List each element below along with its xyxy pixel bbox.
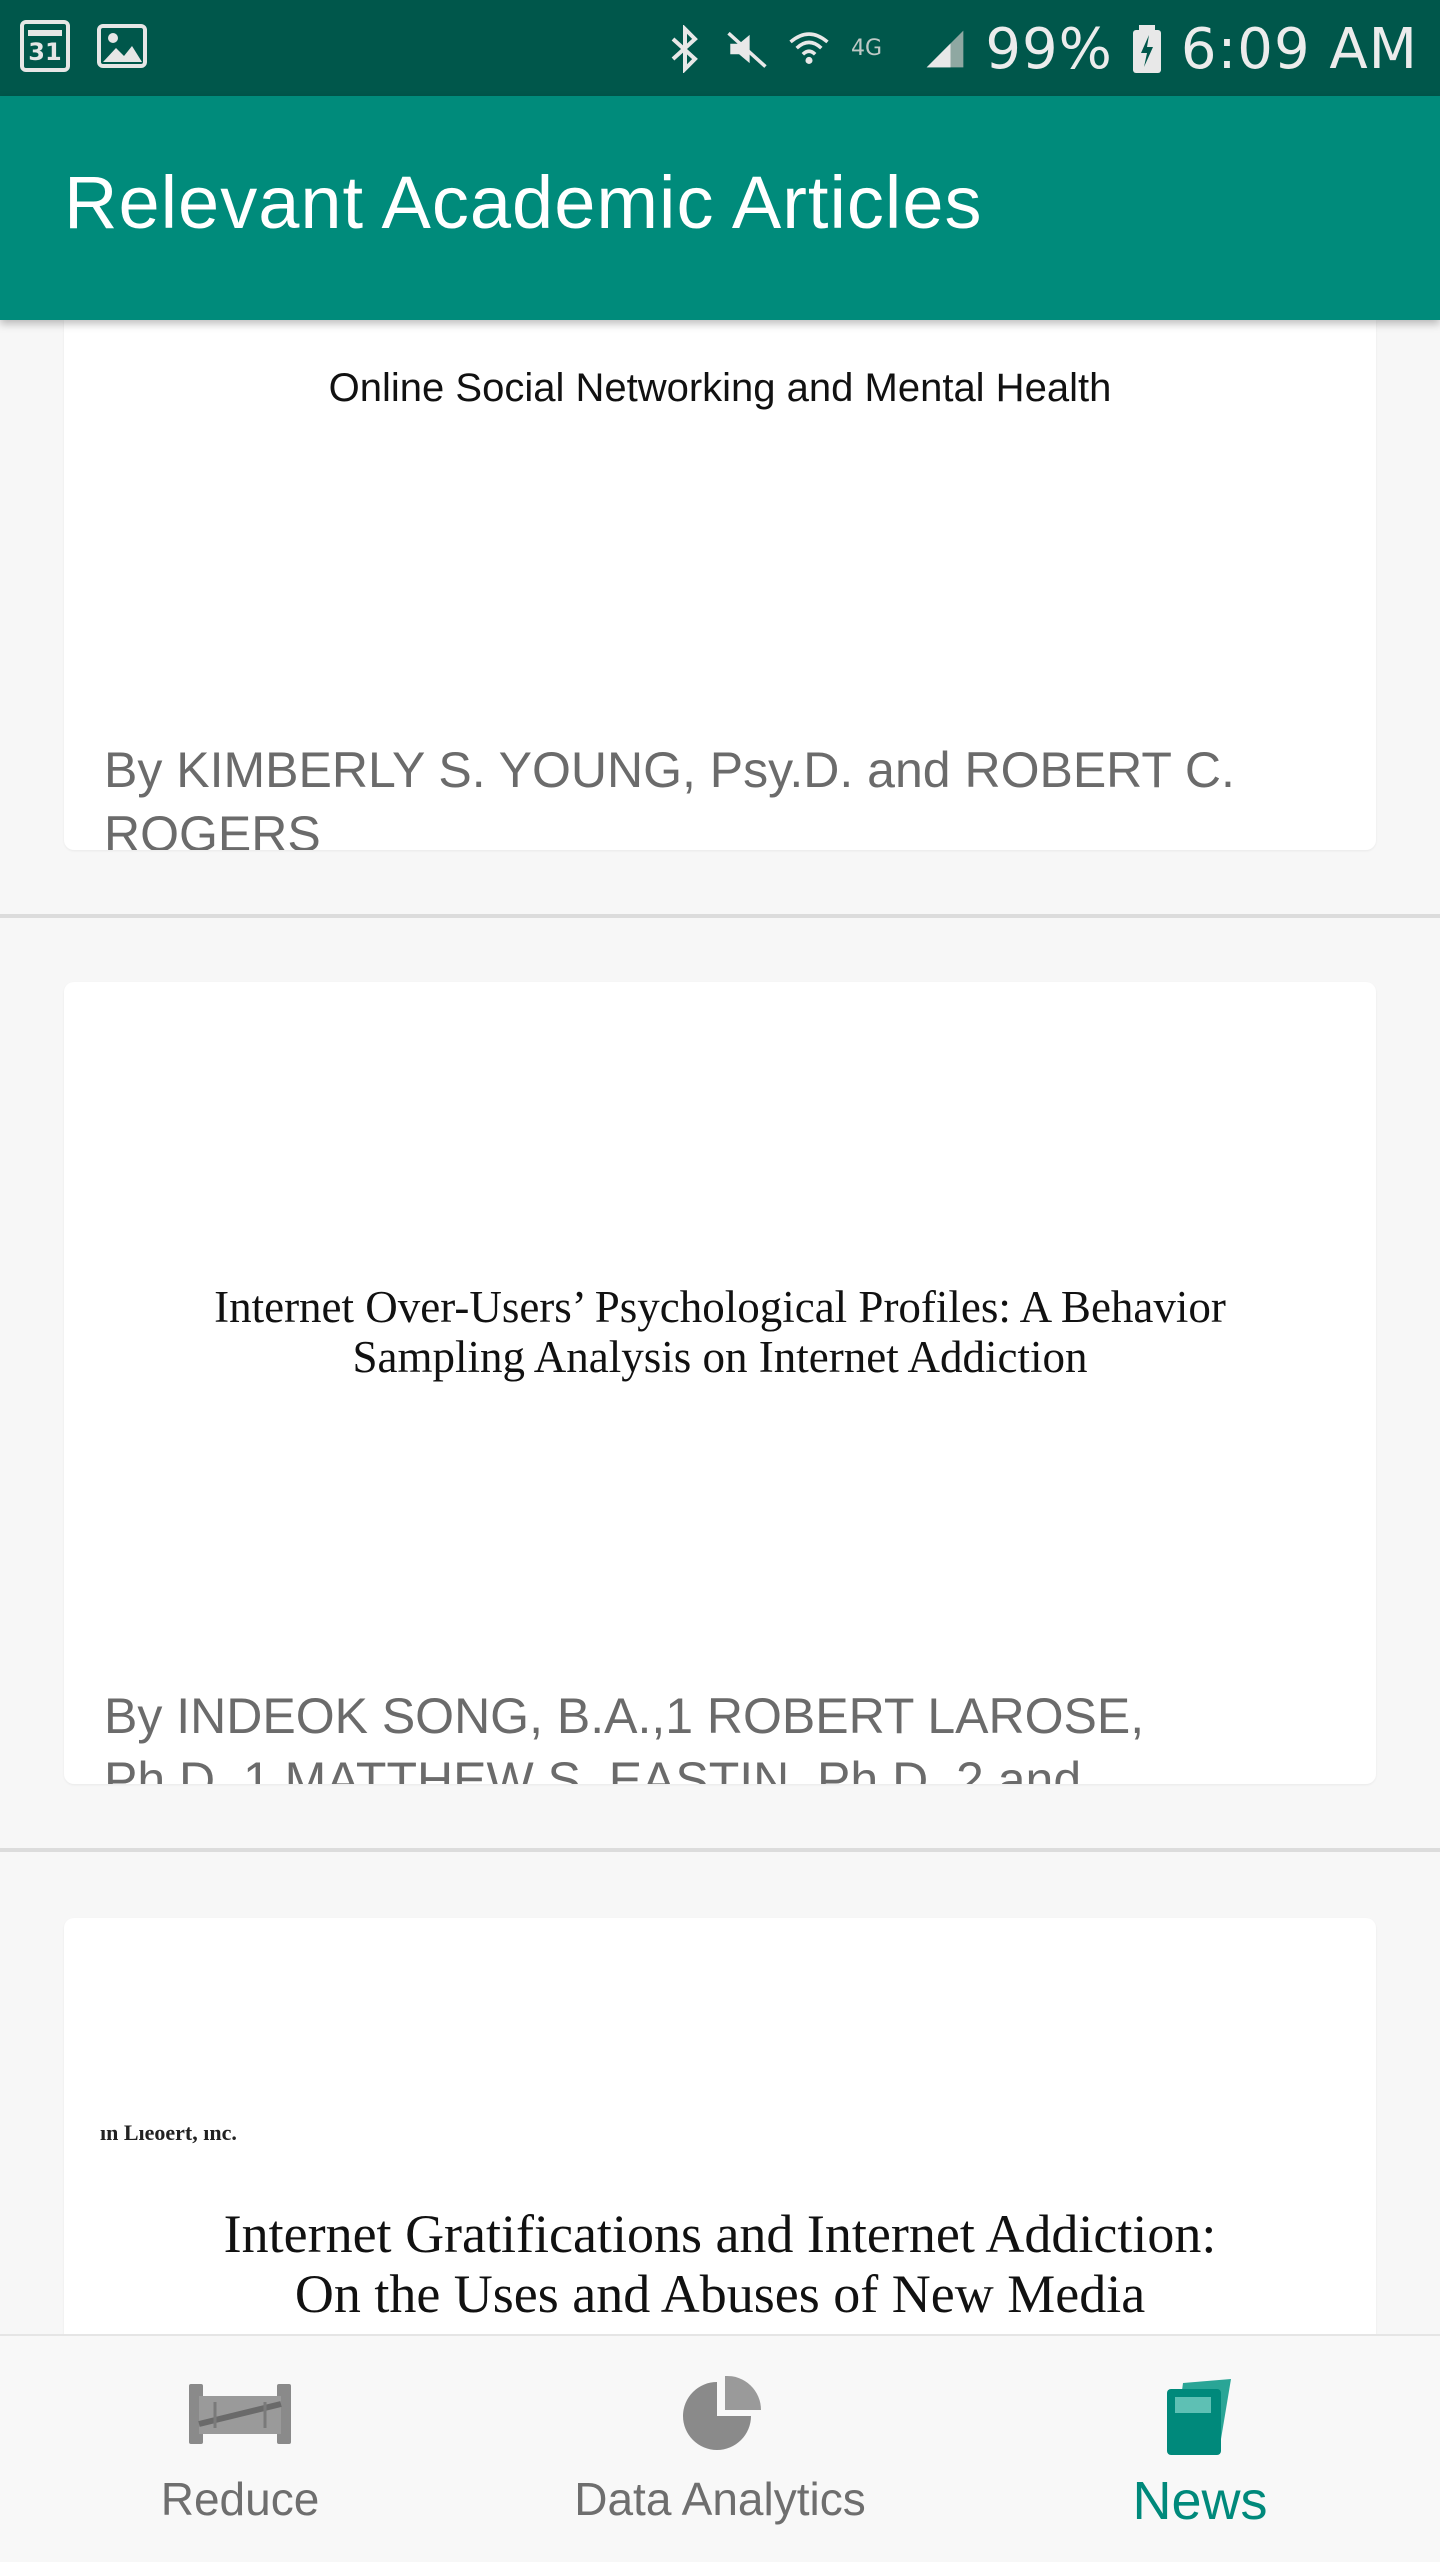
article-authors: By KIMBERLY S. YOUNG, Psy.D. and ROBERT …: [104, 742, 1235, 850]
thumbnail-title-line: On the Uses and Abuses of New Media: [294, 2264, 1146, 2325]
wifi-icon: [789, 32, 829, 64]
article-thumbnail-title: Internet Gratifications and Internet Add…: [104, 2204, 1336, 2325]
news-book-icon: [1167, 2379, 1231, 2455]
nav-item-news[interactable]: News: [1050, 2336, 1350, 2562]
article-item[interactable]: Online Social Networking and Mental Heal…: [0, 320, 1440, 918]
nav-label: Reduce: [160, 2473, 320, 2525]
nav-label: News: [1132, 2471, 1268, 2531]
bluetooth-icon: [671, 25, 699, 73]
thumbnail-title-line: Internet Gratifications and Internet Add…: [223, 2204, 1217, 2264]
calendar-icon: 31: [20, 20, 70, 72]
mute-icon: [727, 31, 768, 68]
thumbnail-fragment-text: ın Lıeoert, ınc.: [100, 2120, 237, 2145]
article-item[interactable]: ın Lıeoert, ınc. Internet Gratifications…: [0, 1854, 1440, 2334]
dumbbell-icon: [189, 2384, 291, 2444]
nav-label: Data Analytics: [574, 2473, 866, 2525]
thumbnail-title-line: Internet Over-Users’ Psychological Profi…: [214, 1282, 1226, 1332]
thumbnail-title-line: Sampling Analysis on Internet Addiction: [352, 1332, 1088, 1383]
image-icon: [97, 24, 147, 68]
article-item[interactable]: Internet Over-Users’ Psychological Profi…: [0, 918, 1440, 1852]
article-card[interactable]: ın Lıeoert, ınc. Internet Gratifications…: [64, 1918, 1376, 2334]
page-title: Relevant Academic Articles: [64, 161, 983, 244]
signal-icon: [927, 30, 964, 68]
nav-item-reduce[interactable]: Reduce: [90, 2336, 390, 2562]
bottom-navigation: Reduce Data Analytics News: [0, 2334, 1440, 2560]
pie-chart-icon: [683, 2375, 762, 2450]
svg-text:4G: 4G: [851, 36, 882, 61]
article-thumbnail-title: Internet Over-Users’ Psychological Profi…: [104, 1282, 1336, 1383]
battery-percent: 99%: [985, 16, 1113, 82]
article-list[interactable]: Online Social Networking and Mental Heal…: [0, 320, 1440, 2334]
calendar-day: 31: [28, 38, 62, 66]
app-bar: Relevant Academic Articles: [0, 96, 1440, 320]
nav-item-data-analytics[interactable]: Data Analytics: [540, 2336, 900, 2562]
article-card[interactable]: Internet Over-Users’ Psychological Profi…: [64, 982, 1376, 1784]
clock-time: 6:09 AM: [1180, 16, 1418, 82]
article-authors: By INDEOK SONG, B.A.,1 ROBERT LAROSE, Ph…: [104, 1688, 1145, 1784]
battery-charging-icon: [1132, 25, 1161, 73]
article-card[interactable]: Online Social Networking and Mental Heal…: [64, 320, 1376, 850]
4g-icon: 4G: [851, 36, 882, 61]
list-divider: [0, 1848, 1440, 1852]
status-bar: 31 4G 99% 6:09 AM: [0, 0, 1440, 96]
article-thumbnail-title: Online Social Networking and Mental Heal…: [328, 366, 1112, 410]
